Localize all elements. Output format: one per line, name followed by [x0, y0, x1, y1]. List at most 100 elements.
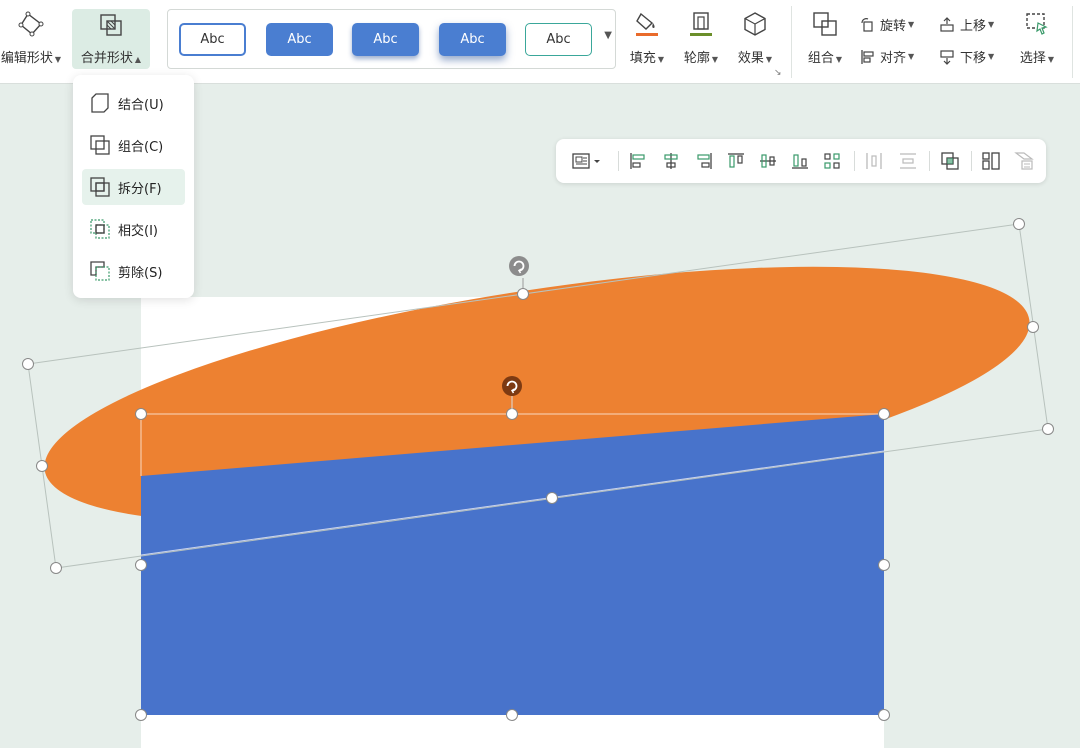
menu-item-combine[interactable]: 组合(C) — [82, 127, 185, 163]
menu-item-label: 组合(C) — [118, 139, 164, 155]
menu-item-intersect[interactable]: 相交(I) — [82, 211, 185, 247]
ribbon-divider — [791, 6, 792, 78]
effect-button[interactable]: 效果 ▼ — [731, 0, 779, 72]
align-top-icon[interactable] — [724, 150, 748, 172]
rotate-button[interactable]: 旋转 ▼ — [860, 15, 914, 34]
shape-style-gallery: Abc Abc Abc Abc Abc ▼ — [167, 9, 616, 69]
send-backward-icon — [940, 49, 954, 65]
style-swatch-glow-blue[interactable]: Abc — [439, 23, 506, 56]
chevron-down-icon: ▼ — [711, 55, 719, 64]
merge-shape-menu: 结合(U) 组合(C) 拆分(F) 相交(I) 剪除(S) — [73, 75, 194, 298]
bring-forward-button[interactable]: 上移 ▼ — [938, 15, 994, 34]
resize-handle[interactable] — [135, 408, 147, 420]
select-cursor-icon — [1023, 10, 1051, 38]
distribute-grid-icon[interactable] — [820, 150, 844, 172]
resize-handle[interactable] — [135, 559, 147, 571]
menu-item-label: 结合(U) — [118, 97, 164, 113]
chevron-down-icon: ▼ — [988, 20, 995, 29]
chevron-up-icon: ▲ — [134, 55, 142, 64]
align-bottom-icon[interactable] — [788, 150, 812, 172]
floating-align-toolbar — [556, 139, 1046, 183]
chevron-down-icon: ▼ — [1047, 55, 1055, 64]
chevron-down-icon: ▼ — [988, 52, 995, 61]
resize-handle[interactable] — [1042, 423, 1054, 435]
menu-item-label: 拆分(F) — [118, 181, 162, 197]
group-button[interactable]: 组合 ▼ — [802, 0, 848, 72]
merge-shape-button[interactable]: 合并形状 ▲ — [72, 9, 150, 69]
rotate-handle-icon[interactable] — [502, 376, 522, 396]
menu-item-label: 相交(I) — [118, 223, 158, 239]
merge-shapes-icon[interactable] — [938, 150, 962, 172]
toolbar-separator — [971, 151, 972, 171]
combine-icon — [90, 135, 110, 155]
rotate-handle-icon[interactable] — [509, 256, 529, 276]
resize-handle[interactable] — [878, 709, 890, 721]
resize-handle[interactable] — [878, 408, 890, 420]
menu-item-fragment[interactable]: 拆分(F) — [82, 169, 185, 205]
align-right-icon[interactable] — [692, 150, 716, 172]
align-center-horizontal-icon[interactable] — [659, 150, 683, 172]
chevron-down-icon: ▼ — [657, 55, 665, 64]
align-left-icon — [861, 49, 874, 64]
resize-handle[interactable] — [517, 288, 529, 300]
resize-handle[interactable] — [506, 408, 518, 420]
chevron-down-icon: ▼ — [54, 55, 62, 64]
group-label: 组合 — [807, 51, 834, 66]
subtract-icon — [90, 261, 110, 281]
align-button[interactable]: 对齐 ▼ — [860, 47, 914, 66]
resize-handle[interactable] — [36, 460, 48, 472]
selection-pane-icon[interactable] — [1012, 150, 1036, 172]
fill-label: 填充 — [629, 51, 656, 66]
chevron-down-icon: ▼ — [908, 52, 915, 61]
resize-handle[interactable] — [50, 562, 62, 574]
select-label: 选择 — [1019, 51, 1046, 66]
merge-shapes-icon — [97, 11, 125, 39]
ribbon-divider — [1072, 6, 1073, 78]
outline-button[interactable]: 轮廓 ▼ — [678, 0, 724, 72]
resize-handle[interactable] — [506, 709, 518, 721]
resize-handle[interactable] — [546, 492, 558, 504]
ellipse-rotate-handle[interactable] — [509, 256, 529, 276]
style-swatch-raised-blue[interactable]: Abc — [352, 23, 419, 56]
effect-cube-icon — [741, 10, 769, 38]
ribbon-toolbar: 编辑形状▼ 合并形状▲ Abc Abc Abc Abc Abc ▼ 填充▼ — [0, 0, 1080, 84]
resize-handle[interactable] — [1013, 218, 1025, 230]
align-middle-icon[interactable] — [756, 150, 780, 172]
send-backward-label: 下移 — [960, 51, 987, 66]
align-left-icon[interactable] — [626, 150, 650, 172]
edit-shape-label: 编辑形状 — [0, 51, 53, 66]
select-button[interactable]: 选择 ▼ — [1014, 0, 1060, 72]
effect-label: 效果 — [737, 51, 764, 66]
toolbar-separator — [929, 151, 930, 171]
rotate-icon — [861, 17, 873, 32]
dialog-launcher-icon[interactable]: ↘ — [774, 68, 782, 78]
bring-forward-icon — [940, 16, 954, 32]
style-swatch-outline-blue[interactable]: Abc — [179, 23, 246, 56]
style-swatch-outline-teal[interactable]: Abc — [525, 23, 592, 56]
intersect-icon — [90, 219, 110, 239]
resize-handle[interactable] — [135, 709, 147, 721]
group-objects-icon[interactable] — [979, 150, 1003, 172]
resize-handle[interactable] — [1027, 321, 1039, 333]
edit-shape-button[interactable]: 编辑形状 ▼ — [0, 0, 66, 72]
chevron-down-icon: ▼ — [765, 55, 773, 64]
layout-options-icon[interactable] — [570, 150, 604, 172]
resize-handle[interactable] — [878, 559, 890, 571]
style-swatch-filled-blue[interactable]: Abc — [266, 23, 333, 56]
fragment-icon — [90, 177, 110, 197]
outline-pen-icon — [687, 10, 715, 38]
resize-handle[interactable] — [22, 358, 34, 370]
chevron-down-icon: ▼ — [835, 55, 843, 64]
chevron-down-icon: ▼ — [908, 20, 915, 29]
distribute-horizontal-icon[interactable] — [862, 150, 886, 172]
distribute-vertical-icon[interactable] — [896, 150, 920, 172]
rotate-label: 旋转 — [880, 19, 907, 34]
align-label: 对齐 — [880, 51, 907, 66]
fill-button[interactable]: 填充 ▼ — [624, 0, 670, 72]
toolbar-separator — [618, 151, 619, 171]
menu-item-subtract[interactable]: 剪除(S) — [82, 253, 185, 289]
send-backward-button[interactable]: 下移 ▼ — [938, 47, 994, 66]
union-icon — [91, 93, 109, 113]
gallery-expand-icon[interactable]: ▼ — [604, 30, 612, 41]
menu-item-union[interactable]: 结合(U) — [82, 85, 185, 121]
